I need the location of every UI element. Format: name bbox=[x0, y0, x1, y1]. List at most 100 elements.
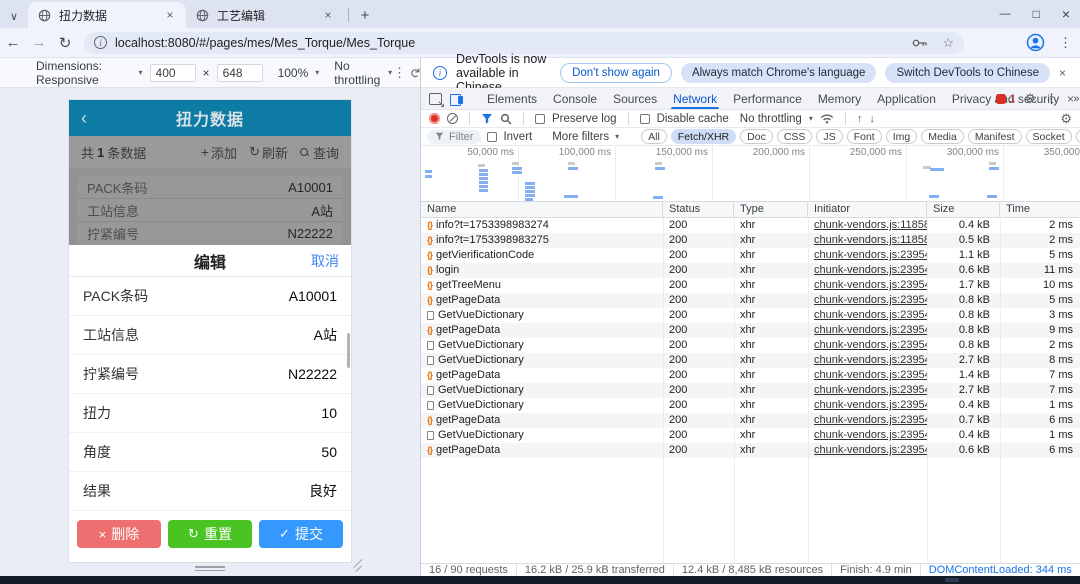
network-request-row[interactable]: {}getPageData200xhrchunk-vendors.js:2395… bbox=[421, 368, 1080, 383]
initiator-link[interactable]: chunk-vendors.js:23954 bbox=[814, 369, 927, 381]
network-request-row[interactable]: {}getPageData200xhrchunk-vendors.js:2395… bbox=[421, 293, 1080, 308]
reload-button[interactable]: ↻ bbox=[52, 34, 78, 52]
initiator-link[interactable]: chunk-vendors.js:23954 bbox=[814, 384, 927, 396]
devtools-tab-performance[interactable]: Performance bbox=[725, 88, 810, 109]
devtools-menu-icon[interactable]: ⋮ bbox=[1045, 91, 1058, 107]
initiator-link[interactable]: chunk-vendors.js:23954 bbox=[814, 309, 927, 321]
list-item[interactable]: PACK条码A10001 bbox=[77, 176, 343, 199]
field-value-input[interactable]: 50 bbox=[321, 444, 337, 460]
filter-chip-js[interactable]: JS bbox=[816, 129, 842, 144]
password-key-icon[interactable] bbox=[912, 38, 928, 48]
network-request-row[interactable]: {}getPageData200xhrchunk-vendors.js:2395… bbox=[421, 443, 1080, 458]
dimensions-select[interactable]: Dimensions: Responsive bbox=[36, 59, 132, 87]
record-network-log-button[interactable] bbox=[429, 113, 440, 124]
network-request-row[interactable]: {}info?t=1753398983275200xhrchunk-vendor… bbox=[421, 233, 1080, 248]
field-value-input[interactable]: A10001 bbox=[289, 288, 337, 304]
initiator-link[interactable]: chunk-vendors.js:23954 bbox=[814, 294, 927, 306]
delete-button[interactable]: ×删除 bbox=[77, 520, 161, 548]
devtools-tab-sources[interactable]: Sources bbox=[605, 88, 665, 109]
initiator-link[interactable]: chunk-vendors.js:23954 bbox=[814, 249, 927, 261]
filter-chip-media[interactable]: Media bbox=[921, 129, 964, 144]
site-info-icon[interactable]: i bbox=[94, 36, 107, 49]
network-request-row[interactable]: {}getTreeMenu200xhrchunk-vendors.js:2395… bbox=[421, 278, 1080, 293]
export-har-icon[interactable]: ↓ bbox=[869, 113, 875, 125]
preserve-log-checkbox[interactable] bbox=[535, 114, 545, 124]
banner-close-icon[interactable]: × bbox=[1059, 66, 1080, 80]
filter-chip-font[interactable]: Font bbox=[847, 129, 882, 144]
devtools-settings-icon[interactable]: ⚙ bbox=[1024, 91, 1036, 107]
network-request-row[interactable]: {}info?t=1753398983274200xhrchunk-vendor… bbox=[421, 218, 1080, 233]
inspect-element-icon[interactable] bbox=[429, 93, 442, 105]
network-throttling-select[interactable]: No throttling bbox=[740, 113, 802, 125]
network-request-row[interactable]: {}getPageData200xhrchunk-vendors.js:2395… bbox=[421, 413, 1080, 428]
column-header-size[interactable]: Size bbox=[927, 202, 1000, 217]
device-toolbar-menu-icon[interactable]: ⋮ bbox=[393, 65, 406, 81]
initiator-link[interactable]: chunk-vendors.js:23954 bbox=[814, 279, 927, 291]
network-request-row[interactable]: {}login200xhrchunk-vendors.js:239540.6 k… bbox=[421, 263, 1080, 278]
column-header-type[interactable]: Type bbox=[734, 202, 808, 217]
filter-chip-manifest[interactable]: Manifest bbox=[968, 129, 1022, 144]
filter-chip-wasm[interactable]: Wasm bbox=[1076, 129, 1080, 144]
app-action-refresh[interactable]: 刷新 bbox=[249, 143, 288, 162]
devtools-tab-application[interactable]: Application bbox=[869, 88, 944, 109]
filter-chip-all[interactable]: All bbox=[641, 129, 667, 144]
window-close-button[interactable]: × bbox=[1062, 6, 1070, 22]
bookmark-star-icon[interactable]: ☆ bbox=[942, 35, 954, 51]
app-action-plus[interactable]: 添加 bbox=[201, 143, 237, 162]
network-request-row[interactable]: GetVueDictionary200xhrchunk-vendors.js:2… bbox=[421, 428, 1080, 443]
browser-tab-inactive[interactable]: 工艺编辑 × bbox=[186, 2, 344, 28]
column-header-status[interactable]: Status bbox=[663, 202, 734, 217]
initiator-link[interactable]: chunk-vendors.js:23954 bbox=[814, 444, 927, 456]
error-badge[interactable]: 1 bbox=[996, 93, 1015, 105]
field-value-input[interactable]: 良好 bbox=[309, 481, 337, 501]
match-language-button[interactable]: Always match Chrome's language bbox=[681, 63, 877, 83]
network-request-row[interactable]: GetVueDictionary200xhrchunk-vendors.js:2… bbox=[421, 308, 1080, 323]
initiator-link[interactable]: chunk-vendors.js:23954 bbox=[814, 339, 927, 351]
filter-chip-doc[interactable]: Doc bbox=[740, 129, 773, 144]
devtools-close-icon[interactable]: × bbox=[1067, 92, 1074, 106]
zoom-select[interactable]: 100% bbox=[278, 66, 309, 80]
initiator-link[interactable]: chunk-vendors.js:11858 bbox=[814, 219, 927, 231]
initiator-link[interactable]: chunk-vendors.js:23954 bbox=[814, 354, 927, 366]
network-settings-icon[interactable]: ⚙ bbox=[1060, 111, 1072, 127]
initiator-link[interactable]: chunk-vendors.js:23954 bbox=[814, 324, 927, 336]
back-button[interactable]: ← bbox=[0, 34, 26, 51]
cancel-button[interactable]: 取消 bbox=[311, 251, 339, 271]
column-header-initiator[interactable]: Initiator bbox=[808, 202, 927, 217]
tab-close-icon[interactable]: × bbox=[320, 7, 336, 23]
viewport-corner-resize-handle[interactable] bbox=[352, 563, 364, 573]
invert-filter-checkbox[interactable] bbox=[487, 132, 497, 142]
tab-close-icon[interactable]: × bbox=[162, 7, 178, 23]
device-width-input[interactable] bbox=[150, 64, 196, 82]
more-filters-button[interactable]: More filters bbox=[552, 131, 609, 143]
filter-chip-socket[interactable]: Socket bbox=[1026, 129, 1072, 144]
network-request-row[interactable]: {}getVierificationCode200xhrchunk-vendor… bbox=[421, 248, 1080, 263]
window-minimize-button[interactable]: — bbox=[1000, 8, 1011, 20]
network-request-row[interactable]: {}getPageData200xhrchunk-vendors.js:2395… bbox=[421, 323, 1080, 338]
initiator-link[interactable]: chunk-vendors.js:23954 bbox=[814, 429, 927, 441]
dont-show-again-button[interactable]: Don't show again bbox=[560, 63, 672, 83]
initiator-link[interactable]: chunk-vendors.js:11858 bbox=[814, 234, 927, 246]
forward-button[interactable]: → bbox=[26, 34, 52, 51]
devtools-tab-memory[interactable]: Memory bbox=[810, 88, 869, 109]
initiator-link[interactable]: chunk-vendors.js:23954 bbox=[814, 264, 927, 276]
initiator-link[interactable]: chunk-vendors.js:23954 bbox=[814, 414, 927, 426]
devtools-tab-network[interactable]: Network bbox=[665, 88, 725, 109]
network-request-row[interactable]: GetVueDictionary200xhrchunk-vendors.js:2… bbox=[421, 353, 1080, 368]
initiator-link[interactable]: chunk-vendors.js:23954 bbox=[814, 399, 927, 411]
filter-chip-fetch-xhr[interactable]: Fetch/XHR bbox=[671, 129, 736, 144]
filter-input[interactable]: Filter bbox=[427, 130, 481, 144]
devtools-tab-elements[interactable]: Elements bbox=[479, 88, 545, 109]
filter-chip-css[interactable]: CSS bbox=[777, 129, 813, 144]
list-item[interactable]: 工站信息A站 bbox=[77, 199, 343, 222]
devtools-tab-console[interactable]: Console bbox=[545, 88, 605, 109]
network-overview-timeline[interactable]: 50,000 ms100,000 ms150,000 ms200,000 ms2… bbox=[421, 146, 1080, 202]
field-value-input[interactable]: 10 bbox=[321, 405, 337, 421]
viewport-scrollbar[interactable] bbox=[347, 333, 350, 368]
window-maximize-button[interactable]: □ bbox=[1033, 7, 1040, 21]
browser-menu-icon[interactable]: ⋮ bbox=[1059, 35, 1072, 51]
list-item[interactable]: 拧紧编号N22222 bbox=[77, 222, 343, 245]
network-request-row[interactable]: GetVueDictionary200xhrchunk-vendors.js:2… bbox=[421, 383, 1080, 398]
filter-funnel-icon[interactable] bbox=[481, 113, 493, 125]
reset-button[interactable]: ↻重置 bbox=[168, 520, 252, 548]
